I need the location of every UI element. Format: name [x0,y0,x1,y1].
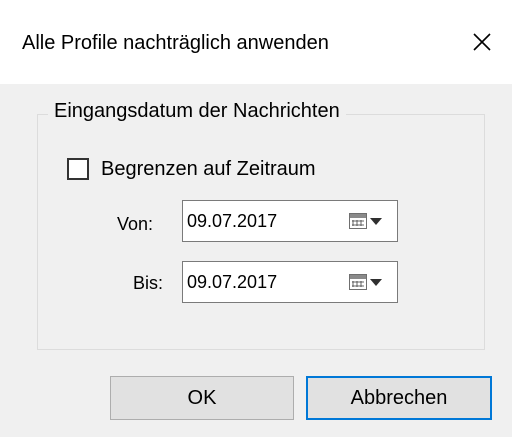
ok-button[interactable]: OK [110,376,294,420]
title-bar: Alle Profile nachträglich anwenden [0,0,512,84]
calendar-icon [349,213,367,229]
dropdown-arrow-icon [370,278,382,286]
close-button[interactable] [452,0,512,84]
dialog-window: Alle Profile nachträglich anwenden Einga… [0,0,512,437]
to-label: Bis: [133,273,164,293]
to-date-picker-button[interactable] [349,270,393,294]
window-title: Alle Profile nachträglich anwenden [22,32,329,54]
from-date-picker-button[interactable] [349,209,393,233]
limit-period-label[interactable]: Begrenzen auf Zeitraum [101,155,316,183]
from-date-field[interactable] [182,200,398,242]
limit-period-checkbox[interactable] [67,158,89,180]
group-box-title: Eingangsdatum der Nachrichten [48,97,346,125]
from-label: Von: [117,214,154,234]
from-date-input[interactable] [187,201,337,241]
to-date-input[interactable] [187,262,337,302]
close-icon [473,33,491,51]
dropdown-arrow-icon [370,217,382,225]
cancel-button[interactable]: Abbrechen [306,376,492,420]
limit-period-checkbox-row[interactable]: Begrenzen auf Zeitraum [67,155,316,183]
to-date-field[interactable] [182,261,398,303]
calendar-icon [349,274,367,290]
